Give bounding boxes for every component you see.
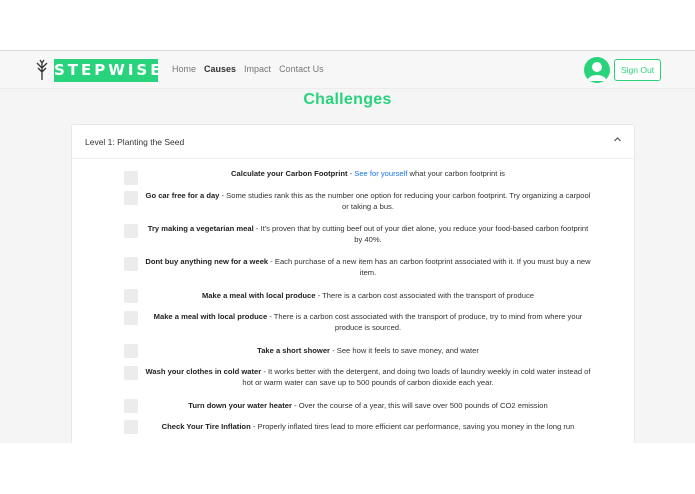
navbar: STEPWISE Home Causes Impact Contact Us S… (0, 51, 695, 89)
challenge-title: Calculate your Carbon Footprint (231, 169, 348, 178)
challenge-title: Turn down your water heater (188, 401, 292, 410)
challenge-title: Check Your Tire Inflation (161, 422, 251, 431)
main-nav: Home Causes Impact Contact Us (172, 64, 324, 74)
challenge-checkbox[interactable] (124, 366, 138, 380)
app-viewport: STEPWISE Home Causes Impact Contact Us S… (0, 50, 695, 443)
chevron-up-icon[interactable] (613, 135, 622, 144)
challenge-title: Take a short shower (257, 346, 330, 355)
level-title: Level 1: Planting the Seed (85, 137, 185, 147)
challenge-description: what your carbon footprint is (407, 169, 505, 178)
nav-link-impact[interactable]: Impact (244, 64, 271, 74)
challenge-description: Properly inflated tires lead to more eff… (257, 422, 575, 431)
challenge-description: Some studies rank this as the number one… (226, 191, 591, 211)
challenge-title: Go car free for a day (145, 191, 220, 200)
user-avatar-icon[interactable] (584, 57, 610, 83)
challenge-description: Each purchase of a new item has an carbo… (274, 257, 591, 277)
challenge-title: Make a meal with local produce (201, 291, 316, 300)
brand-logo[interactable]: STEPWISE (54, 59, 160, 82)
challenge-title: Try making a vegetarian meal (147, 224, 254, 233)
level-header[interactable]: Level 1: Planting the Seed (72, 125, 634, 159)
tree-logo-icon (36, 59, 48, 80)
challenge-checkbox[interactable] (124, 171, 138, 185)
challenge-checkbox[interactable] (124, 420, 138, 434)
challenge-checkbox[interactable] (124, 311, 138, 325)
nav-link-contact[interactable]: Contact Us (279, 64, 324, 74)
challenge-checkbox[interactable] (124, 257, 138, 271)
challenge-checkbox[interactable] (124, 344, 138, 358)
challenge-title: Dont buy anything new for a week (145, 257, 269, 266)
challenge-checkbox[interactable] (124, 224, 138, 238)
challenge-description: See how it feels to save money, and wate… (336, 346, 479, 355)
challenge-checkbox[interactable] (124, 399, 138, 413)
sign-out-button[interactable]: Sign Out (614, 59, 661, 81)
nav-link-home[interactable]: Home (172, 64, 196, 74)
challenge-title: Make a meal with local produce (153, 312, 268, 321)
see-for-yourself-link[interactable]: See for yourself (354, 169, 407, 178)
challenge-description: It's proven that by cutting beef out of … (260, 224, 589, 244)
challenge-description: Over the course of a year, this will sav… (298, 401, 548, 410)
nav-link-causes[interactable]: Causes (204, 64, 236, 74)
challenge-description: It works better with the detergent, and … (242, 367, 591, 387)
challenge-title: Wash your clothes in cold water (145, 367, 262, 376)
challenge-checkbox[interactable] (124, 289, 138, 303)
challenge-checkbox[interactable] (124, 191, 138, 205)
challenge-description: There is a carbon cost associated with t… (273, 312, 583, 332)
challenge-description: There is a carbon cost associated with t… (322, 291, 535, 300)
page-title: Challenges (303, 91, 392, 108)
